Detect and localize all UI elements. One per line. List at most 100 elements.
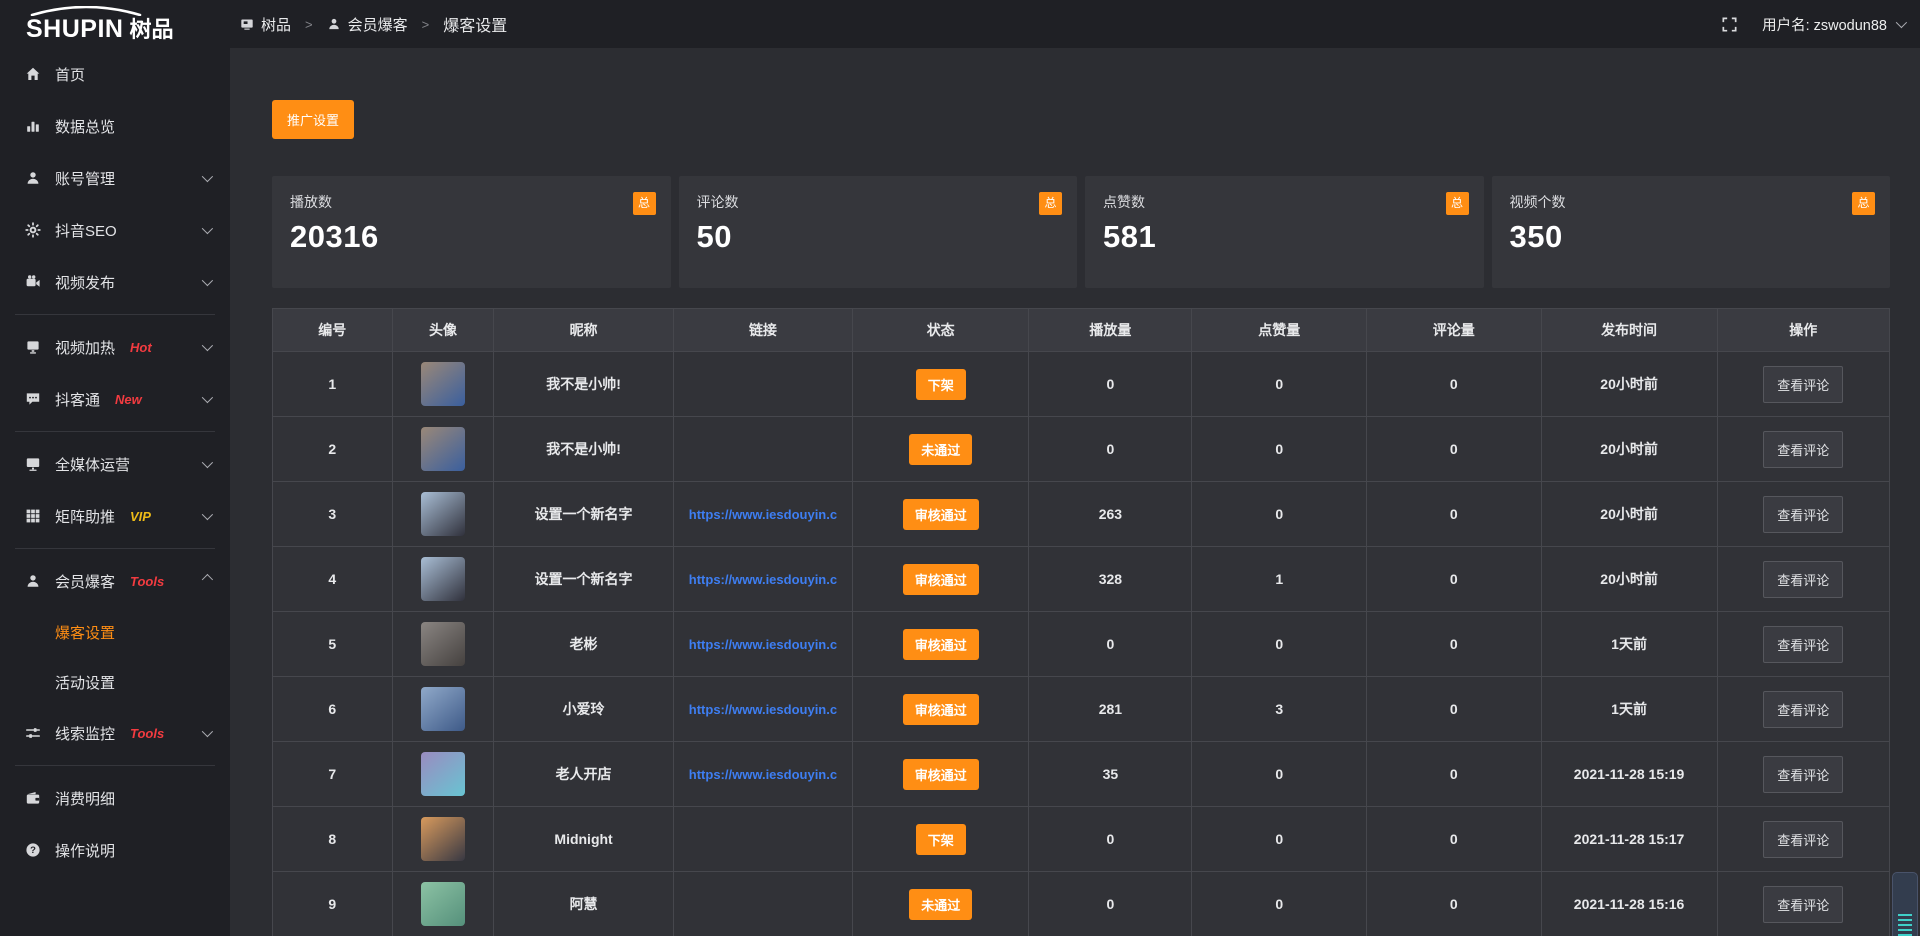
view-comments-button[interactable]: 查看评论 xyxy=(1763,821,1843,858)
sidebar-subitem-baoke-settings[interactable]: 爆客设置 xyxy=(0,607,230,657)
profile-link[interactable]: https://www.iesdouyin.c xyxy=(689,637,837,652)
cell-avatar xyxy=(393,352,495,416)
total-badge: 总 xyxy=(633,192,656,215)
cell-nickname: 我不是小帅! xyxy=(494,352,673,416)
chevron-down-icon xyxy=(202,392,213,403)
cell-status: 下架 xyxy=(853,352,1029,416)
service-widget[interactable] xyxy=(1892,872,1918,936)
cell-id: 3 xyxy=(273,482,393,546)
profile-link[interactable]: https://www.iesdouyin.c xyxy=(689,702,837,717)
sidebar-item-douyin-seo[interactable]: 抖音SEO xyxy=(0,204,230,256)
sidebar-subitem-activity-settings[interactable]: 活动设置 xyxy=(0,657,230,707)
sidebar-item-home[interactable]: 首页 xyxy=(0,48,230,100)
cell-link: https://www.iesdouyin.c xyxy=(674,742,853,806)
cell-link: https://www.iesdouyin.c xyxy=(674,612,853,676)
stat-value: 20316 xyxy=(290,219,656,255)
table-row: 3设置一个新名字https://www.iesdouyin.c审核通过26300… xyxy=(273,481,1889,546)
stat-card-likes: 点赞数总581 xyxy=(1085,176,1484,288)
avatar xyxy=(421,362,465,406)
cell-id: 1 xyxy=(273,352,393,416)
sidebar-item-account-manage[interactable]: 账号管理 xyxy=(0,152,230,204)
view-comments-button[interactable]: 查看评论 xyxy=(1763,691,1843,728)
status-badge: 审核通过 xyxy=(903,564,979,595)
breadcrumb-item[interactable]: 会员爆客 xyxy=(327,14,408,35)
sidebar-item-clue-monitor[interactable]: 线索监控Tools xyxy=(0,707,230,759)
cell-action: 查看评论 xyxy=(1718,482,1889,546)
cell-action: 查看评论 xyxy=(1718,872,1889,936)
cell-likes: 0 xyxy=(1192,872,1367,936)
user-icon xyxy=(25,170,42,186)
column-header-comments: 评论量 xyxy=(1367,309,1542,351)
view-comments-button[interactable]: 查看评论 xyxy=(1763,496,1843,533)
cell-plays: 0 xyxy=(1029,352,1192,416)
table-row: 7老人开店https://www.iesdouyin.c审核通过35002021… xyxy=(273,741,1889,806)
cell-avatar xyxy=(393,417,495,481)
sidebar-item-member-baoke[interactable]: 会员爆客Tools xyxy=(0,555,230,607)
cell-publish_time: 20小时前 xyxy=(1542,547,1718,611)
sidebar-item-media-operation[interactable]: 全媒体运营 xyxy=(0,438,230,490)
view-comments-button[interactable]: 查看评论 xyxy=(1763,886,1843,923)
view-comments-button[interactable]: 查看评论 xyxy=(1763,366,1843,403)
breadcrumb-label: 会员爆客 xyxy=(348,14,408,35)
sidebar-item-consume-detail[interactable]: 消费明细 xyxy=(0,772,230,824)
avatar xyxy=(421,622,465,666)
cell-id: 4 xyxy=(273,547,393,611)
fullscreen-icon[interactable] xyxy=(1721,16,1738,33)
view-comments-button[interactable]: 查看评论 xyxy=(1763,756,1843,793)
status-badge: 审核通过 xyxy=(903,499,979,530)
cell-plays: 0 xyxy=(1029,872,1192,936)
cell-nickname: 设置一个新名字 xyxy=(494,482,673,546)
cell-avatar xyxy=(393,872,495,936)
topbar-right: 用户名: zswodun88 xyxy=(1721,14,1920,35)
cell-likes: 1 xyxy=(1192,547,1367,611)
sidebar-item-video-heat[interactable]: 视频加热Hot xyxy=(0,321,230,373)
breadcrumb-item[interactable]: 树品 xyxy=(240,14,291,35)
column-header-action: 操作 xyxy=(1718,309,1889,351)
view-comments-button[interactable]: 查看评论 xyxy=(1763,431,1843,468)
promo-settings-button[interactable]: 推广设置 xyxy=(272,100,354,139)
breadcrumb-separator: > xyxy=(422,17,430,32)
sidebar-item-matrix-boost[interactable]: 矩阵助推VIP xyxy=(0,490,230,542)
profile-link[interactable]: https://www.iesdouyin.c xyxy=(689,572,837,587)
screen-small-icon xyxy=(240,17,254,31)
logo-suffix: 树品 xyxy=(129,19,173,41)
sidebar-item-video-publish[interactable]: 视频发布 xyxy=(0,256,230,308)
profile-link[interactable]: https://www.iesdouyin.c xyxy=(689,507,837,522)
cell-nickname: 我不是小帅! xyxy=(494,417,673,481)
stat-value: 350 xyxy=(1510,219,1876,255)
stat-label: 播放数 xyxy=(290,192,332,212)
sidebar-item-badge: Hot xyxy=(130,340,152,355)
cell-publish_time: 20小时前 xyxy=(1542,417,1718,481)
view-comments-button[interactable]: 查看评论 xyxy=(1763,626,1843,663)
stat-value: 581 xyxy=(1103,219,1469,255)
chevron-down-icon xyxy=(202,171,213,182)
cell-link: https://www.iesdouyin.c xyxy=(674,482,853,546)
logo[interactable]: SHUPIN 树品 xyxy=(0,0,230,48)
cell-status: 审核通过 xyxy=(853,612,1029,676)
sidebar-item-operation-guide[interactable]: ?操作说明 xyxy=(0,824,230,876)
cell-avatar xyxy=(393,482,495,546)
sidebar-item-douketong[interactable]: 抖客通New xyxy=(0,373,230,425)
cell-nickname: 小爱玲 xyxy=(494,677,673,741)
total-badge: 总 xyxy=(1852,192,1875,215)
view-comments-button[interactable]: 查看评论 xyxy=(1763,561,1843,598)
table-row: 1我不是小帅!下架00020小时前查看评论 xyxy=(273,351,1889,416)
profile-link[interactable]: https://www.iesdouyin.c xyxy=(689,767,837,782)
stat-cards: 播放数总20316评论数总50点赞数总581视频个数总350 xyxy=(272,176,1890,288)
cell-comments: 0 xyxy=(1367,482,1542,546)
user-menu[interactable]: 用户名: zswodun88 xyxy=(1762,14,1904,35)
sidebar-item-label: 全媒体运营 xyxy=(55,454,130,475)
cell-publish_time: 20小时前 xyxy=(1542,482,1718,546)
chevron-down-icon xyxy=(202,726,213,737)
cell-action: 查看评论 xyxy=(1718,807,1889,871)
avatar xyxy=(421,687,465,731)
stat-label: 评论数 xyxy=(697,192,739,212)
sidebar-item-label: 视频发布 xyxy=(55,272,115,293)
cell-action: 查看评论 xyxy=(1718,417,1889,481)
question-icon: ? xyxy=(25,842,42,858)
sidebar-item-label: 矩阵助推 xyxy=(55,506,115,527)
username-label: 用户名: zswodun88 xyxy=(1762,14,1887,35)
cell-comments: 0 xyxy=(1367,417,1542,481)
cell-comments: 0 xyxy=(1367,807,1542,871)
sidebar-item-data-overview[interactable]: 数据总览 xyxy=(0,100,230,152)
